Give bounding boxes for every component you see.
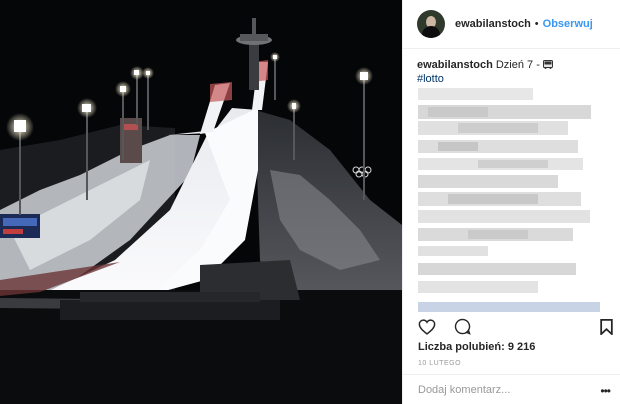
comment-icon[interactable]	[454, 318, 471, 335]
caption-text: Dzień 7 -	[495, 59, 540, 71]
censored-caption-area	[418, 88, 608, 318]
post-date: 10 LUTEGO	[418, 360, 462, 367]
likes-count[interactable]: Liczba polubień: 9 216	[418, 341, 535, 353]
more-options-button[interactable]: •••	[600, 384, 611, 398]
caption-username[interactable]: ewabilanstoch	[417, 59, 493, 71]
header-username[interactable]: ewabilanstoch	[455, 18, 531, 30]
post-caption: ewabilanstoch Dzień 7 - #lotto	[403, 49, 620, 86]
heart-icon[interactable]	[418, 318, 436, 335]
post-header: ewabilanstoch • Obserwuj	[403, 0, 620, 49]
bookmark-icon[interactable]	[600, 319, 613, 337]
ski-jump-night-photo	[0, 0, 402, 404]
post-photo[interactable]	[0, 0, 402, 404]
avatar[interactable]	[417, 10, 445, 38]
follow-button[interactable]: Obserwuj	[543, 18, 593, 30]
hashtag-link[interactable]: #lotto	[417, 73, 606, 86]
bus-icon	[542, 60, 553, 73]
comment-bar: •••	[402, 374, 620, 404]
header-separator: •	[534, 18, 539, 30]
comment-input[interactable]	[418, 383, 568, 396]
post-actions	[418, 318, 471, 335]
